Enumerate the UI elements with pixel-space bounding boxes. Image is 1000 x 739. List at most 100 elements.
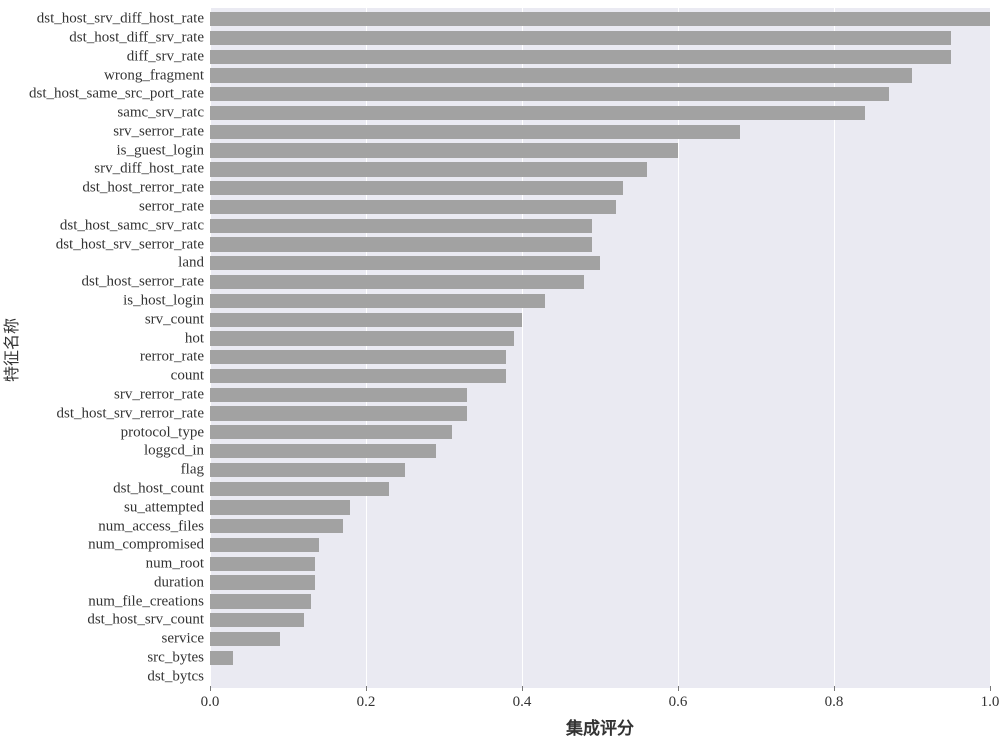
bar-row	[210, 256, 990, 270]
x-tick-label: 0.2	[357, 694, 376, 711]
bar-row	[210, 350, 990, 364]
x-axis-title: 集成评分	[566, 714, 634, 739]
bar	[210, 200, 616, 214]
x-tick-label: 1.0	[981, 694, 1000, 711]
y-tick-label: diff_srv_rate	[0, 49, 204, 64]
bar	[210, 594, 311, 608]
bar-row	[210, 162, 990, 176]
bar-row	[210, 557, 990, 571]
bar	[210, 575, 315, 589]
bar	[210, 162, 647, 176]
bar-row	[210, 12, 990, 26]
y-tick-label: src_bytes	[0, 651, 204, 666]
bar-row	[210, 50, 990, 64]
bar-row	[210, 613, 990, 627]
bar-row	[210, 538, 990, 552]
bar	[210, 482, 389, 496]
bar	[210, 651, 233, 665]
x-axis: 0.00.20.40.60.81.0 集成评分	[210, 688, 990, 728]
bar	[210, 87, 889, 101]
bar	[210, 181, 623, 195]
y-tick-label: duration	[0, 575, 204, 590]
y-tick-label: count	[0, 369, 204, 384]
y-tick-label: is_guest_login	[0, 143, 204, 158]
bar	[210, 106, 865, 120]
bar	[210, 125, 740, 139]
bar	[210, 613, 304, 627]
bar	[210, 50, 951, 64]
y-tick-label: serror_rate	[0, 200, 204, 215]
bar-row	[210, 106, 990, 120]
y-tick-label: loggcd_in	[0, 444, 204, 459]
y-tick-label: dst_host_diff_srv_rate	[0, 30, 204, 45]
bar	[210, 388, 467, 402]
y-tick-label: dst_host_srv_count	[0, 613, 204, 628]
bar-row	[210, 219, 990, 233]
y-tick-label: num_access_files	[0, 519, 204, 534]
bar	[210, 350, 506, 364]
bar	[210, 68, 912, 82]
bar	[210, 256, 600, 270]
bar-row	[210, 388, 990, 402]
y-tick-label: dst_host_rerror_rate	[0, 181, 204, 196]
y-tick-label: dst_host_srv_serror_rate	[0, 237, 204, 252]
bar-row	[210, 632, 990, 646]
bar	[210, 143, 678, 157]
x-tick-label: 0.6	[669, 694, 688, 711]
bar-row	[210, 500, 990, 514]
y-tick-label: protocol_type	[0, 425, 204, 440]
bar-row	[210, 369, 990, 383]
bar-row	[210, 669, 990, 683]
y-tick-label: flag	[0, 463, 204, 478]
y-tick-label: srv_diff_host_rate	[0, 162, 204, 177]
x-tick-mark	[522, 686, 523, 691]
bar	[210, 12, 990, 26]
bar	[210, 632, 280, 646]
chart-plot-area	[210, 8, 990, 688]
y-tick-label: dst_bytcs	[0, 669, 204, 684]
bar	[210, 331, 514, 345]
bar-row	[210, 444, 990, 458]
bar	[210, 557, 315, 571]
bar-row	[210, 575, 990, 589]
bar-row	[210, 31, 990, 45]
y-tick-label: land	[0, 256, 204, 271]
bar-row	[210, 406, 990, 420]
bar	[210, 237, 592, 251]
y-tick-label: dst_host_samc_srv_ratc	[0, 218, 204, 233]
bar	[210, 313, 522, 327]
x-tick-mark	[366, 686, 367, 691]
y-tick-label: is_host_login	[0, 294, 204, 309]
bar-row	[210, 482, 990, 496]
x-tick-label: 0.8	[825, 694, 844, 711]
bar-row	[210, 463, 990, 477]
bar	[210, 369, 506, 383]
bar-row	[210, 275, 990, 289]
bar-row	[210, 594, 990, 608]
bar	[210, 444, 436, 458]
y-tick-label: num_compromised	[0, 538, 204, 553]
bars-container	[210, 12, 990, 684]
y-tick-label: dst_host_count	[0, 481, 204, 496]
bar	[210, 275, 584, 289]
y-tick-label: dst_host_srv_rerror_rate	[0, 406, 204, 421]
bar-row	[210, 519, 990, 533]
bar-row	[210, 294, 990, 308]
y-tick-label: hot	[0, 331, 204, 346]
bar	[210, 294, 545, 308]
x-tick-mark	[834, 686, 835, 691]
gridline	[990, 8, 991, 688]
y-tick-label: srv_count	[0, 312, 204, 327]
y-tick-label: num_file_creations	[0, 594, 204, 609]
y-tick-label: dst_host_serror_rate	[0, 275, 204, 290]
bar	[210, 219, 592, 233]
bar	[210, 425, 452, 439]
bar-row	[210, 331, 990, 345]
bar-row	[210, 87, 990, 101]
y-tick-label: rerror_rate	[0, 350, 204, 365]
y-axis-labels: dst_host_srv_diff_host_ratedst_host_diff…	[0, 8, 204, 680]
y-tick-label: num_root	[0, 557, 204, 572]
bar	[210, 519, 343, 533]
bar-row	[210, 200, 990, 214]
y-tick-label: samc_srv_ratc	[0, 106, 204, 121]
